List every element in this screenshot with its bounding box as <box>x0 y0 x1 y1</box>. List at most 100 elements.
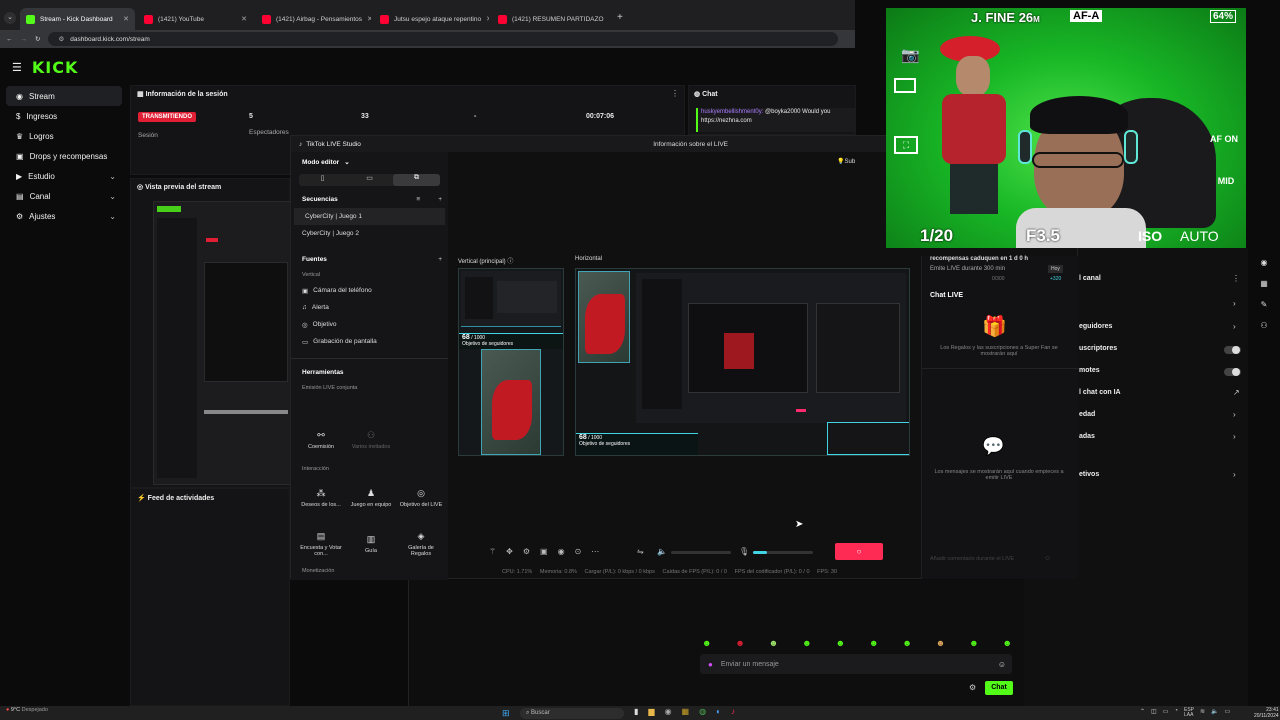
chevron-right-icon[interactable]: › <box>1233 410 1236 419</box>
emote-icon[interactable]: ☻ <box>936 638 945 650</box>
more-options-icon[interactable]: ⋮ <box>1232 274 1240 283</box>
dual-orientation-icon[interactable]: ⧉ <box>393 174 440 186</box>
sidebar-item-estudio[interactable]: ▶ Estudio ⌄ <box>6 166 122 186</box>
sidebar-item-ajustes[interactable]: ⚙ Ajustes ⌄ <box>6 206 122 226</box>
right-panel-item[interactable]: edad <box>1079 411 1095 418</box>
close-tab-icon[interactable]: ✕ <box>367 15 371 23</box>
chrome-icon[interactable]: ◍ <box>699 707 706 716</box>
sequence-item[interactable]: CyberCity | Juego 2 <box>291 225 448 242</box>
forward-icon[interactable]: → <box>21 36 28 43</box>
wifi-icon[interactable]: ≋ <box>1200 708 1205 718</box>
right-panel-item[interactable]: motes <box>1079 367 1100 374</box>
battery-icon[interactable]: ▭ <box>1225 708 1231 718</box>
emote-icon[interactable]: ☻ <box>836 638 845 650</box>
source-item[interactable]: ▣ Cámara del teléfono <box>291 282 448 299</box>
external-link-icon[interactable]: ↗ <box>1233 388 1240 397</box>
new-tab-icon[interactable]: + <box>617 12 623 23</box>
right-panel-item[interactable]: eguidores <box>1079 323 1112 330</box>
weather-widget[interactable]: ● 9°C Despejado <box>6 707 48 713</box>
close-tab-icon[interactable]: ✕ <box>486 15 489 23</box>
right-panel-item[interactable]: l chat con IA <box>1079 389 1121 396</box>
sequence-item[interactable]: CyberCity | Juego 1 <box>294 208 445 225</box>
clock[interactable]: 23:41 20/11/2024 <box>1254 707 1279 719</box>
wrench-icon[interactable]: ✎ <box>1261 300 1268 309</box>
file-explorer-icon[interactable]: ▆ <box>648 707 654 716</box>
emoji-icon[interactable]: ☺ <box>998 660 1006 669</box>
mic-icon[interactable]: ● <box>708 660 713 669</box>
microphone-volume-slider[interactable] <box>753 551 813 554</box>
add-source-icon[interactable]: + <box>438 256 442 263</box>
emote-icon[interactable]: ☻ <box>902 638 911 650</box>
sticker-icon[interactable]: ✥ <box>506 547 513 556</box>
volume-icon[interactable]: 🔈 <box>1211 708 1218 718</box>
app-tray-icon[interactable]: ◔ <box>1174 708 1178 718</box>
chevron-right-icon[interactable]: › <box>1233 322 1236 331</box>
chevron-right-icon[interactable]: › <box>1233 470 1236 479</box>
cohost-tile[interactable]: ⚯ Coemisión <box>299 420 343 460</box>
kick-logo[interactable]: KICK <box>32 58 79 77</box>
settings-icon[interactable]: ⊙ <box>575 547 582 556</box>
emotes-toggle[interactable] <box>1224 368 1241 376</box>
record-icon[interactable]: ◉ <box>558 547 565 556</box>
tab-youtube-4[interactable]: (1421) RESUMEN PARTIDAZO ✕ <box>492 8 607 30</box>
magic-wand-icon[interactable]: ⚚ <box>489 547 496 556</box>
source-item[interactable]: ▭ Grabación de pantalla <box>291 333 448 350</box>
source-item[interactable]: ◎ Objetivo <box>291 316 448 333</box>
sliders-icon[interactable]: ⇋ <box>637 547 644 556</box>
app-icon[interactable]: ◐ <box>716 707 721 716</box>
app-icon[interactable]: ▦ <box>682 707 690 716</box>
tab-search-button[interactable]: ⌄ <box>4 12 16 24</box>
site-info-icon[interactable]: ⚙ <box>58 35 64 43</box>
chat-link[interactable]: https://nezhna.com <box>701 118 752 124</box>
emoji-icon[interactable]: ☺ <box>1044 555 1051 562</box>
subscribe-button[interactable]: 💡Sub <box>837 158 855 165</box>
back-icon[interactable]: ← <box>6 36 13 43</box>
tab-kick-dashboard[interactable]: Stream - Kick Dashboard ✕ <box>20 8 135 30</box>
more-options-icon[interactable]: ⋮ <box>671 89 679 98</box>
menu-icon[interactable]: ☰ <box>12 61 22 74</box>
guide-tile[interactable]: ▥ Guía <box>349 524 393 564</box>
layout-icon[interactable]: ▣ <box>540 547 548 556</box>
poll-tile[interactable]: ▤ Encuesta y Votar con... <box>299 524 343 564</box>
windows-start-icon[interactable]: ⊞ <box>502 708 510 719</box>
right-panel-item[interactable]: uscriptores <box>1079 345 1117 352</box>
sidebar-item-canal[interactable]: ▤ Canal ⌄ <box>6 186 122 206</box>
sidebar-item-logros[interactable]: ♛ Logros <box>6 126 122 146</box>
live-comment-input[interactable]: Añadir comentario durante el LIVE <box>930 556 1014 562</box>
broadcast-icon[interactable]: ◉ <box>1261 258 1268 267</box>
close-tab-icon[interactable]: ✕ <box>241 15 247 23</box>
microphone-icon[interactable]: 🎙 <box>739 547 749 556</box>
right-panel-item[interactable]: adas <box>1079 433 1095 440</box>
wishes-tile[interactable]: ⁂ Deseos de los... <box>299 478 343 518</box>
multi-guest-tile[interactable]: ⚇ Varios invitados <box>349 420 393 460</box>
emote-icon[interactable]: ☻ <box>802 638 811 650</box>
gift-gallery-tile[interactable]: ◈ Galería de Regalos <box>399 524 443 564</box>
horizontal-orientation-icon[interactable]: ▭ <box>346 174 393 186</box>
sidebar-item-stream[interactable]: ◉ Stream <box>6 86 122 106</box>
network-icon[interactable]: ◫ <box>1151 708 1157 718</box>
emote-icon[interactable]: ☻ <box>769 638 778 650</box>
editor-mode-dropdown[interactable]: Modo editor ⌄ <box>291 152 448 172</box>
chat-input[interactable]: ● Enviar un mensaje ☺ <box>700 654 1012 674</box>
more-icon[interactable]: ⋯ <box>591 547 599 556</box>
live-info-label[interactable]: Información sobre el LIVE <box>653 141 728 148</box>
send-chat-button[interactable]: Chat <box>985 681 1013 695</box>
emote-icon[interactable]: ☻ <box>702 638 711 650</box>
tab-youtube-1[interactable]: (1421) YouTube ✕ <box>138 8 253 30</box>
vertical-canvas[interactable]: 68 / 1000 Objetivo de seguidores <box>458 268 564 456</box>
add-sequence-icon[interactable]: + <box>438 196 442 203</box>
reload-icon[interactable]: ↻ <box>35 35 40 43</box>
effects-icon[interactable]: ⚙ <box>523 547 530 556</box>
tab-youtube-3[interactable]: Jutsu espejo ataque repentino ✕ <box>374 8 489 30</box>
url-field[interactable]: ⚙ dashboard.kick.com/stream <box>48 32 839 46</box>
stream-preview-video[interactable] <box>153 201 291 485</box>
language-indicator[interactable]: ESP LAA <box>1184 708 1194 718</box>
chat-settings-icon[interactable]: ⚙ <box>969 683 976 692</box>
settings-app-icon[interactable]: ◉ <box>665 707 672 716</box>
close-tab-icon[interactable]: ✕ <box>123 15 129 23</box>
sidebar-item-ingresos[interactable]: $ Ingresos <box>6 106 122 126</box>
tiktok-studio-icon[interactable]: ♪ <box>731 707 735 716</box>
emote-icon[interactable]: ☻ <box>735 638 744 650</box>
vertical-orientation-icon[interactable]: ▯ <box>299 174 346 186</box>
chevron-right-icon[interactable]: › <box>1233 299 1236 308</box>
